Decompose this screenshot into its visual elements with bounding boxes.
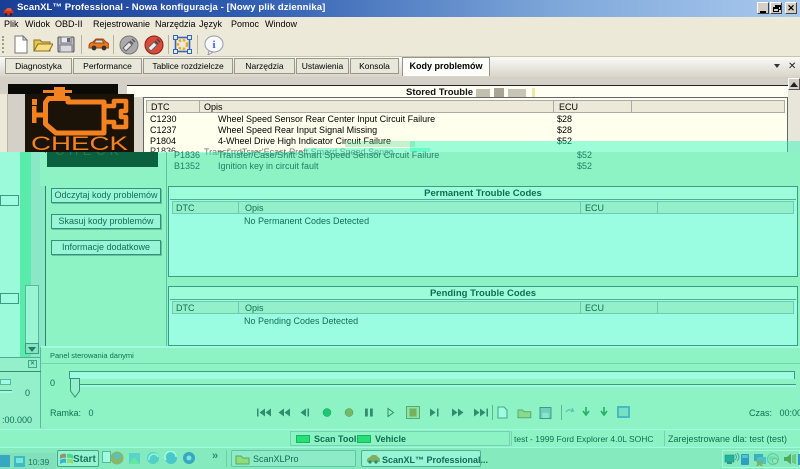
svg-text:i: i (212, 39, 215, 51)
svg-text:CHECK: CHECK (31, 134, 128, 152)
